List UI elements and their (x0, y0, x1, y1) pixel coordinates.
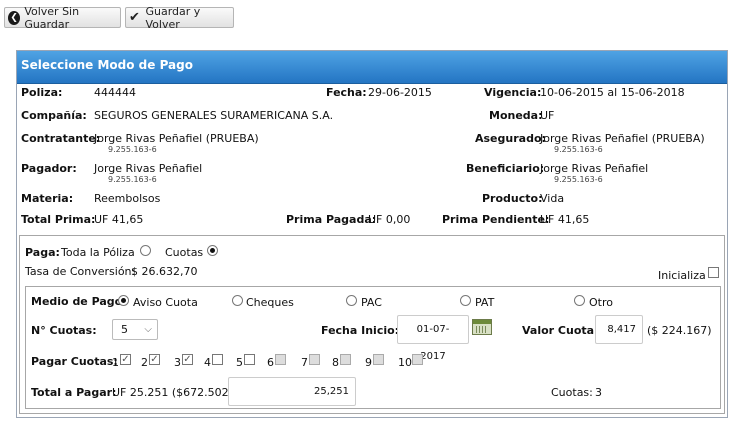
payment-method-radio-otro[interactable] (574, 295, 585, 306)
tasa-label: Tasa de Conversión: (25, 265, 136, 278)
cuota-number-label: 8 (332, 356, 339, 369)
contratante-label: Contratante: (21, 132, 101, 145)
materia-value: Reembolsos (94, 192, 161, 205)
payment-method-radio-aviso-cuota[interactable] (118, 295, 129, 306)
valor-cuota-label: Valor Cuota: (522, 324, 599, 337)
prima-pendiente-label: Prima Pendiente: (442, 213, 550, 226)
cuota-checkbox (275, 354, 286, 365)
poliza-value: 444444 (94, 86, 136, 99)
n-cuotas-value: 5 (121, 323, 128, 336)
cuota-number-label: 10 (398, 356, 412, 369)
total-pagar-input[interactable]: 25,251 (228, 377, 356, 406)
beneficiario-value: Jorge Rivas Peñafiel (540, 162, 649, 175)
contratante-value: Jorge Rivas Peñafiel (PRUEBA) (94, 132, 259, 145)
pagar-cuotas-label: Pagar Cuotas: (31, 355, 118, 368)
total-pagar-label: Total a Pagar: (31, 386, 117, 399)
prima-pendiente-value: UF 41,65 (540, 213, 590, 226)
tasa-value: $ 26.632,70 (131, 265, 198, 278)
cuota-number-label: 5 (236, 356, 243, 369)
asegurado-value: Jorge Rivas Peñafiel (PRUEBA) (540, 132, 705, 145)
cuota-number-label: 9 (365, 356, 372, 369)
beneficiario-label: Beneficiario: (466, 162, 545, 175)
producto-label: Producto: (482, 192, 543, 205)
asegurado-label: Asegurado: (475, 132, 546, 145)
materia-label: Materia: (21, 192, 74, 205)
vigencia-value: 10-06-2015 al 15-06-2018 (540, 86, 685, 99)
payment-method-option-pac: PAC (361, 296, 382, 309)
cuota-number-label: 1 (112, 356, 119, 369)
cuotas-radio[interactable] (207, 245, 218, 256)
cuota-number-label: 7 (301, 356, 308, 369)
payment-options-box: Paga: Toda la Póliza Cuotas Tasa de Conv… (19, 235, 725, 414)
back-without-saving-button[interactable]: ❮ Volver Sin Guardar (4, 4, 121, 31)
toda-poliza-label: Toda la Póliza (61, 246, 135, 259)
cuotas-count-label: Cuotas: (551, 386, 593, 399)
cuota-checkbox (340, 354, 351, 365)
paga-label: Paga: (25, 246, 60, 259)
cuota-number-label: 3 (174, 356, 181, 369)
checkmark-icon: ✔ (129, 9, 140, 25)
cuota-checkbox (309, 354, 320, 365)
beneficiario-rut: 9.255.163-6 (554, 175, 603, 184)
payment-mode-panel: Seleccione Modo de Pago Poliza: 444444 F… (16, 50, 728, 418)
back-without-saving-label: Volver Sin Guardar (24, 4, 80, 31)
payment-method-radio-pac[interactable] (346, 295, 357, 306)
contratante-rut: 9.255.163-6 (108, 145, 157, 154)
valor-cuota-input[interactable]: 8,417 (595, 315, 643, 344)
payment-method-option-cheques: Cheques (246, 296, 294, 309)
vigencia-label: Vigencia: (484, 86, 542, 99)
asegurado-rut: 9.255.163-6 (554, 145, 603, 154)
cuota-checkbox (373, 354, 384, 365)
payment-method-radio-pat[interactable] (460, 295, 471, 306)
total-prima-value: UF 41,65 (94, 213, 144, 226)
prima-pagada-value: UF 0,00 (368, 213, 411, 226)
medio-pago-label: Medio de Pago (31, 295, 123, 308)
inicializa-checkbox[interactable] (708, 267, 719, 278)
prima-pagada-label: Prima Pagada: (286, 213, 377, 226)
valor-cuota-clp: ($ 224.167) (647, 324, 712, 337)
compania-value: SEGUROS GENERALES SURAMERICANA S.A. (94, 109, 334, 122)
payment-method-option-otro: Otro (589, 296, 613, 309)
compania-label: Compañía: (21, 109, 87, 122)
total-pagar-value: UF 25.251 ($672.502) (112, 386, 233, 399)
save-and-back-button[interactable]: ✔ Guardar y Volver (125, 4, 234, 31)
pagador-rut: 9.255.163-6 (108, 175, 157, 184)
panel-title: Seleccione Modo de Pago (17, 51, 727, 84)
cuota-number-label: 4 (204, 356, 211, 369)
payment-method-option-aviso-cuota: Aviso Cuota (133, 296, 198, 309)
chevron-down-icon: ⌵ (144, 324, 152, 335)
total-prima-label: Total Prima: (21, 213, 96, 226)
moneda-label: Moneda: (489, 109, 543, 122)
pagador-value: Jorge Rivas Peñafiel (94, 162, 203, 175)
pagador-label: Pagador: (21, 162, 77, 175)
cuota-checkbox[interactable] (212, 354, 223, 365)
poliza-label: Poliza: (21, 86, 63, 99)
save-and-back-label: Guardar y Volver (145, 4, 201, 31)
fecha-value: 29-06-2015 (368, 86, 432, 99)
back-arrow-icon: ❮ (8, 10, 21, 25)
cuota-checkbox[interactable]: ✓ (120, 354, 131, 365)
payment-method-box: Medio de Pago Aviso Cuota Cheques PAC PA… (25, 286, 721, 409)
fecha-inicio-label: Fecha Inicio: (321, 324, 400, 337)
cuota-checkbox (412, 354, 423, 365)
inicializa-label: Inicializa (658, 269, 706, 282)
calendar-icon[interactable] (472, 319, 492, 335)
cuotas-count-value: 3 (595, 386, 602, 399)
producto-value: Vida (540, 192, 565, 205)
n-cuotas-label: N° Cuotas: (31, 324, 97, 337)
fecha-label: Fecha: (326, 86, 367, 99)
payment-method-option-pat: PAT (475, 296, 495, 309)
payment-method-radio-cheques[interactable] (232, 295, 243, 306)
cuota-number-label: 2 (141, 356, 148, 369)
fecha-inicio-input[interactable]: 01-07-2017 (397, 315, 469, 362)
toda-poliza-radio[interactable] (140, 245, 151, 256)
n-cuotas-select[interactable]: 5 ⌵ (112, 319, 158, 340)
cuota-checkbox[interactable]: ✓ (149, 354, 160, 365)
cuota-checkbox[interactable] (244, 354, 255, 365)
cuota-checkbox[interactable]: ✓ (182, 354, 193, 365)
cuota-number-label: 6 (267, 356, 274, 369)
moneda-value: UF (540, 109, 555, 122)
cuotas-label: Cuotas (165, 246, 204, 259)
